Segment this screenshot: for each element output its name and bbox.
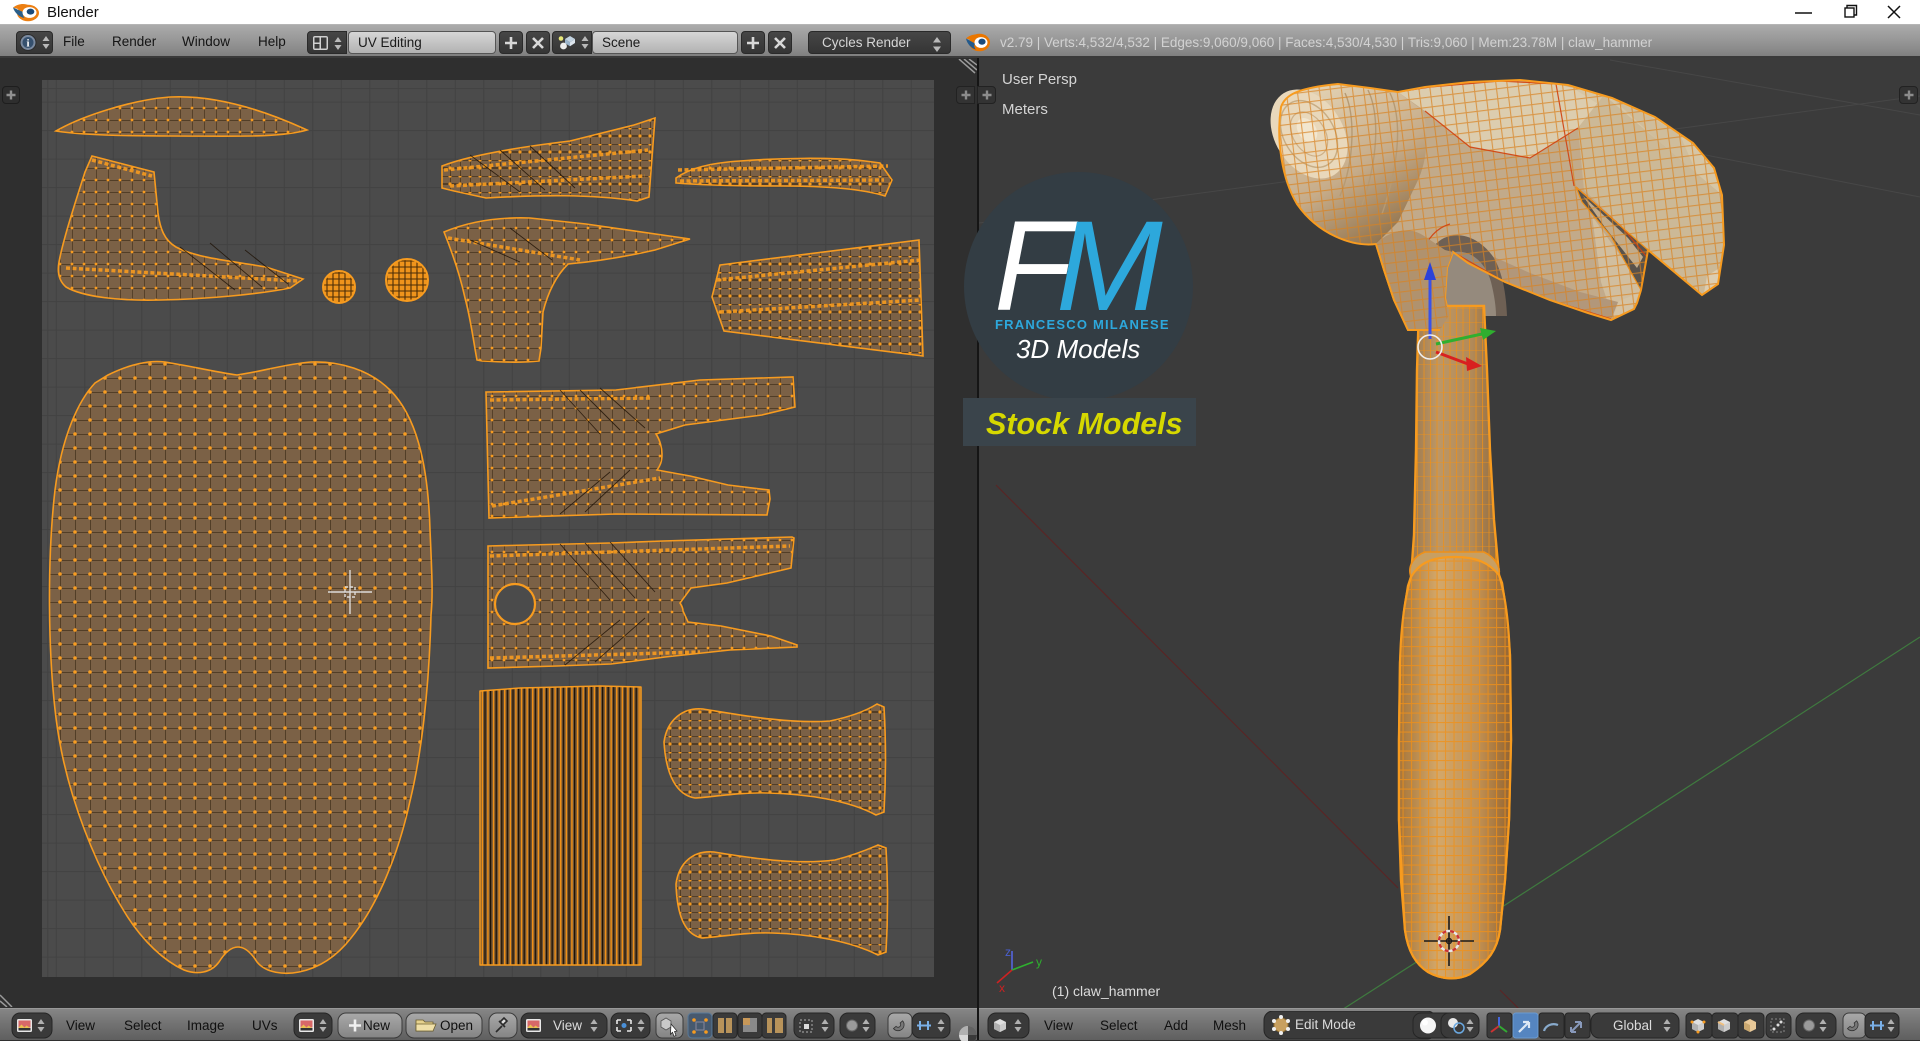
svg-text:User Persp: User Persp [1002, 71, 1077, 88]
svg-text:(1) claw_hammer: (1) claw_hammer [1052, 983, 1160, 999]
svg-text:Meters: Meters [1002, 101, 1048, 118]
svg-text:Stock Models: Stock Models [986, 407, 1183, 441]
svg-text:i: i [26, 38, 29, 50]
svg-text:z: z [1005, 945, 1011, 959]
svg-text:FRANCESCO MILANESE: FRANCESCO MILANESE [995, 317, 1170, 332]
svg-text:y: y [1036, 955, 1042, 969]
svg-text:3D Models: 3D Models [1016, 334, 1140, 364]
svg-text:x: x [999, 981, 1005, 995]
